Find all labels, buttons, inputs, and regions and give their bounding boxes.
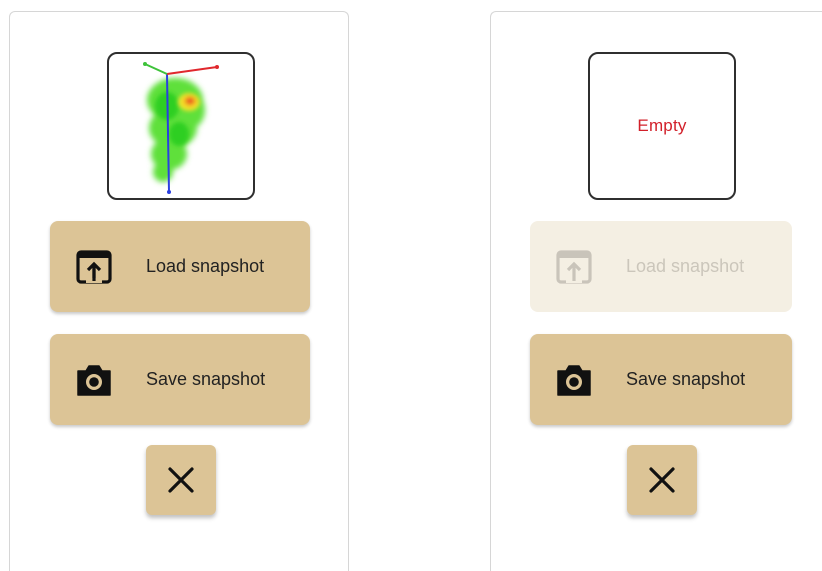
camera-icon bbox=[77, 365, 111, 396]
snapshot-panel-right: Empty Load snapshot Save snapshot bbox=[490, 11, 822, 571]
save-snapshot-button[interactable]: Save snapshot bbox=[530, 334, 792, 425]
load-snapshot-button-disabled: Load snapshot bbox=[530, 221, 792, 312]
close-icon bbox=[649, 467, 675, 493]
snapshot-panel-left: Load snapshot Save snapshot bbox=[9, 11, 349, 571]
load-snapshot-label: Load snapshot bbox=[626, 256, 745, 276]
empty-label: Empty bbox=[637, 116, 687, 135]
save-snapshot-label: Save snapshot bbox=[146, 369, 266, 389]
load-snapshot-button[interactable]: Load snapshot bbox=[50, 221, 310, 312]
save-snapshot-label: Save snapshot bbox=[626, 369, 746, 389]
close-icon bbox=[168, 467, 194, 493]
load-snapshot-label: Load snapshot bbox=[146, 256, 265, 276]
upload-window-icon bbox=[556, 250, 592, 284]
save-snapshot-button[interactable]: Save snapshot bbox=[50, 334, 310, 425]
upload-window-icon bbox=[76, 250, 112, 284]
heatmap-preview-image bbox=[143, 62, 219, 194]
close-button[interactable] bbox=[627, 445, 697, 515]
close-button[interactable] bbox=[146, 445, 216, 515]
snapshot-thumbnail-empty[interactable]: Empty bbox=[588, 52, 736, 200]
camera-icon bbox=[557, 365, 591, 396]
snapshot-thumbnail[interactable] bbox=[107, 52, 255, 200]
